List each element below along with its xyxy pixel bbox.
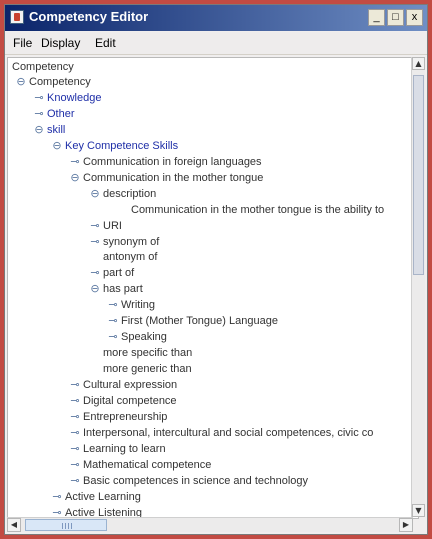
tree-node[interactable]: Active Learning — [65, 490, 141, 504]
expand-toggle-icon[interactable]: ⊸ — [70, 155, 80, 169]
expand-toggle-icon[interactable]: ⊸ — [70, 458, 80, 472]
tree-node[interactable]: Writing — [121, 298, 155, 312]
scroll-down-icon[interactable]: ▼ — [412, 504, 425, 517]
tree-node[interactable]: Learning to learn — [83, 442, 166, 456]
expand-toggle-icon[interactable]: ⊸ — [70, 410, 80, 424]
expand-toggle-icon[interactable]: ⊸ — [108, 330, 118, 344]
tree-node[interactable]: Digital competence — [83, 394, 177, 408]
tree-node[interactable]: description — [103, 187, 156, 201]
menu-bar: File Display Edit — [5, 32, 427, 55]
app-icon — [10, 10, 24, 24]
scroll-right-icon[interactable]: ▶ — [399, 518, 413, 532]
collapse-toggle-icon[interactable]: ⊖ — [90, 282, 100, 296]
horizontal-scrollbar[interactable]: ◀ ▶ — [7, 517, 413, 532]
maximize-button[interactable]: □ — [387, 9, 404, 26]
horizontal-scroll-thumb[interactable] — [25, 519, 107, 531]
competency-editor-window: Competency Editor _ □ x File Display Edi… — [4, 4, 428, 535]
scroll-up-icon[interactable]: ▲ — [412, 57, 425, 70]
tree-node[interactable]: Basic competences in science and technol… — [83, 474, 308, 488]
menu-display[interactable]: Display — [41, 36, 80, 50]
tree-node[interactable]: Interpersonal, intercultural and social … — [83, 426, 373, 440]
expand-toggle-icon[interactable]: ⊸ — [70, 378, 80, 392]
vertical-scrollbar[interactable]: ▲ ▼ — [411, 57, 425, 517]
scroll-grip-icon — [62, 523, 72, 529]
window-title: Competency Editor — [29, 9, 149, 24]
tree-node[interactable]: Other — [47, 107, 75, 121]
tree-node[interactable]: part of — [103, 266, 134, 280]
expand-toggle-icon[interactable]: ⊸ — [52, 490, 62, 504]
tree-node[interactable]: Communication in foreign languages — [83, 155, 262, 169]
tree-node[interactable]: Communication in the mother tongue — [83, 171, 263, 185]
tree-node[interactable]: Mathematical competence — [83, 458, 211, 472]
minimize-button[interactable]: _ — [368, 9, 385, 26]
tree-node[interactable]: more generic than — [103, 362, 192, 376]
tree-node[interactable]: has part — [103, 282, 143, 296]
menu-edit[interactable]: Edit — [95, 36, 116, 50]
tree-node[interactable]: Competency — [29, 75, 91, 89]
competency-tree[interactable]: Competency ⊖ Competency ⊸ Knowledge ⊸ Other ⊖ s… — [7, 57, 419, 519]
tree-node[interactable]: URI — [103, 219, 122, 233]
scroll-left-icon[interactable]: ◀ — [7, 518, 21, 532]
tree-node[interactable]: Key Competence Skills — [65, 139, 178, 153]
vertical-scroll-thumb[interactable] — [413, 75, 424, 275]
tree-node[interactable]: Cultural expression — [83, 378, 177, 392]
expand-toggle-icon[interactable]: ⊸ — [108, 298, 118, 312]
expand-toggle-icon[interactable]: ⊸ — [90, 219, 100, 233]
tree-node[interactable]: skill — [47, 123, 65, 137]
expand-toggle-icon[interactable]: ⊸ — [70, 474, 80, 488]
collapse-toggle-icon[interactable]: ⊖ — [52, 139, 62, 153]
title-bar[interactable]: Competency Editor _ □ x — [5, 5, 427, 31]
expand-toggle-icon[interactable]: ⊸ — [34, 107, 44, 121]
tree-node[interactable]: Entrepreneurship — [83, 410, 167, 424]
tree-node[interactable]: antonym of — [103, 250, 157, 264]
tree-node[interactable]: Communication in the mother tongue is th… — [131, 203, 384, 217]
expand-toggle-icon[interactable]: ⊸ — [108, 314, 118, 328]
expand-toggle-icon[interactable]: ⊸ — [70, 426, 80, 440]
expand-toggle-icon[interactable]: ⊸ — [70, 442, 80, 456]
menu-file[interactable]: File — [13, 36, 32, 50]
tree-node[interactable]: Knowledge — [47, 91, 101, 105]
tree-node[interactable]: synonym of — [103, 235, 159, 249]
tree-node[interactable]: Speaking — [121, 330, 167, 344]
window-controls: _ □ x — [368, 9, 423, 26]
collapse-toggle-icon[interactable]: ⊖ — [70, 171, 80, 185]
tree-node[interactable]: First (Mother Tongue) Language — [121, 314, 278, 328]
close-button[interactable]: x — [406, 9, 423, 26]
collapse-toggle-icon[interactable]: ⊖ — [90, 187, 100, 201]
expand-toggle-icon[interactable]: ⊸ — [70, 394, 80, 408]
collapse-toggle-icon[interactable]: ⊖ — [34, 123, 44, 137]
tree-node[interactable]: more specific than — [103, 346, 192, 360]
expand-toggle-icon[interactable]: ⊸ — [34, 91, 44, 105]
expand-toggle-icon[interactable]: ⊸ — [90, 235, 100, 249]
expand-toggle-icon[interactable]: ⊸ — [90, 266, 100, 280]
tree-root-label: Competency — [12, 61, 74, 73]
collapse-toggle-icon[interactable]: ⊖ — [16, 75, 26, 89]
